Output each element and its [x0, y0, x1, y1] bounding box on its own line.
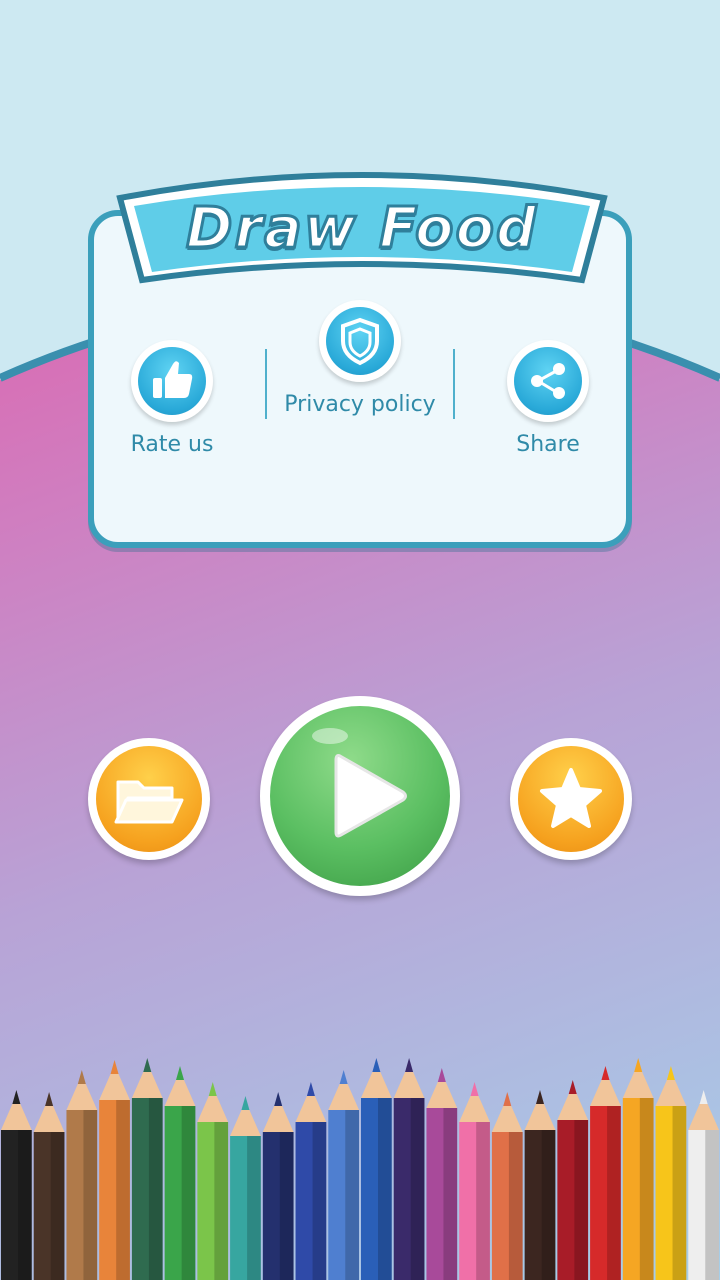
pencil — [328, 1070, 359, 1280]
pencil — [99, 1060, 130, 1280]
favorites-button[interactable] — [510, 738, 632, 860]
play-button[interactable] — [260, 696, 460, 896]
share-label[interactable]: Share — [488, 432, 608, 457]
pencil — [1, 1090, 32, 1280]
pencil — [66, 1070, 98, 1280]
play-icon — [312, 728, 407, 838]
pencil — [491, 1092, 523, 1280]
divider-right — [453, 349, 455, 419]
rate-us-button[interactable] — [131, 340, 213, 422]
pencil — [524, 1090, 556, 1280]
privacy-policy-button[interactable] — [319, 300, 401, 382]
privacy-policy-label[interactable]: Privacy policy — [270, 392, 450, 417]
divider-left — [265, 349, 267, 419]
pencil — [557, 1080, 589, 1280]
star-icon — [540, 768, 602, 828]
pencil — [164, 1066, 196, 1280]
pencil — [295, 1082, 327, 1280]
pencil — [426, 1068, 458, 1280]
pencil — [197, 1082, 229, 1280]
share-button[interactable] — [507, 340, 589, 422]
pencil — [361, 1058, 392, 1280]
pencil — [622, 1058, 654, 1280]
pencil — [230, 1096, 261, 1280]
colored-pencils-decoration — [1, 1058, 719, 1280]
pencil — [688, 1090, 719, 1280]
pencil — [590, 1066, 621, 1280]
pencil — [393, 1058, 425, 1280]
pencil — [459, 1082, 490, 1280]
thumbs-up-icon — [153, 361, 193, 398]
shield-icon — [341, 317, 379, 366]
open-folder-button[interactable] — [88, 738, 210, 860]
app-title: Draw Food — [184, 195, 539, 263]
folder-icon — [114, 780, 184, 824]
share-icon — [531, 363, 565, 399]
pencil — [33, 1092, 65, 1280]
pencil — [262, 1092, 294, 1280]
pencil — [655, 1066, 687, 1280]
pencil — [131, 1058, 163, 1280]
rate-us-label[interactable]: Rate us — [112, 432, 232, 457]
